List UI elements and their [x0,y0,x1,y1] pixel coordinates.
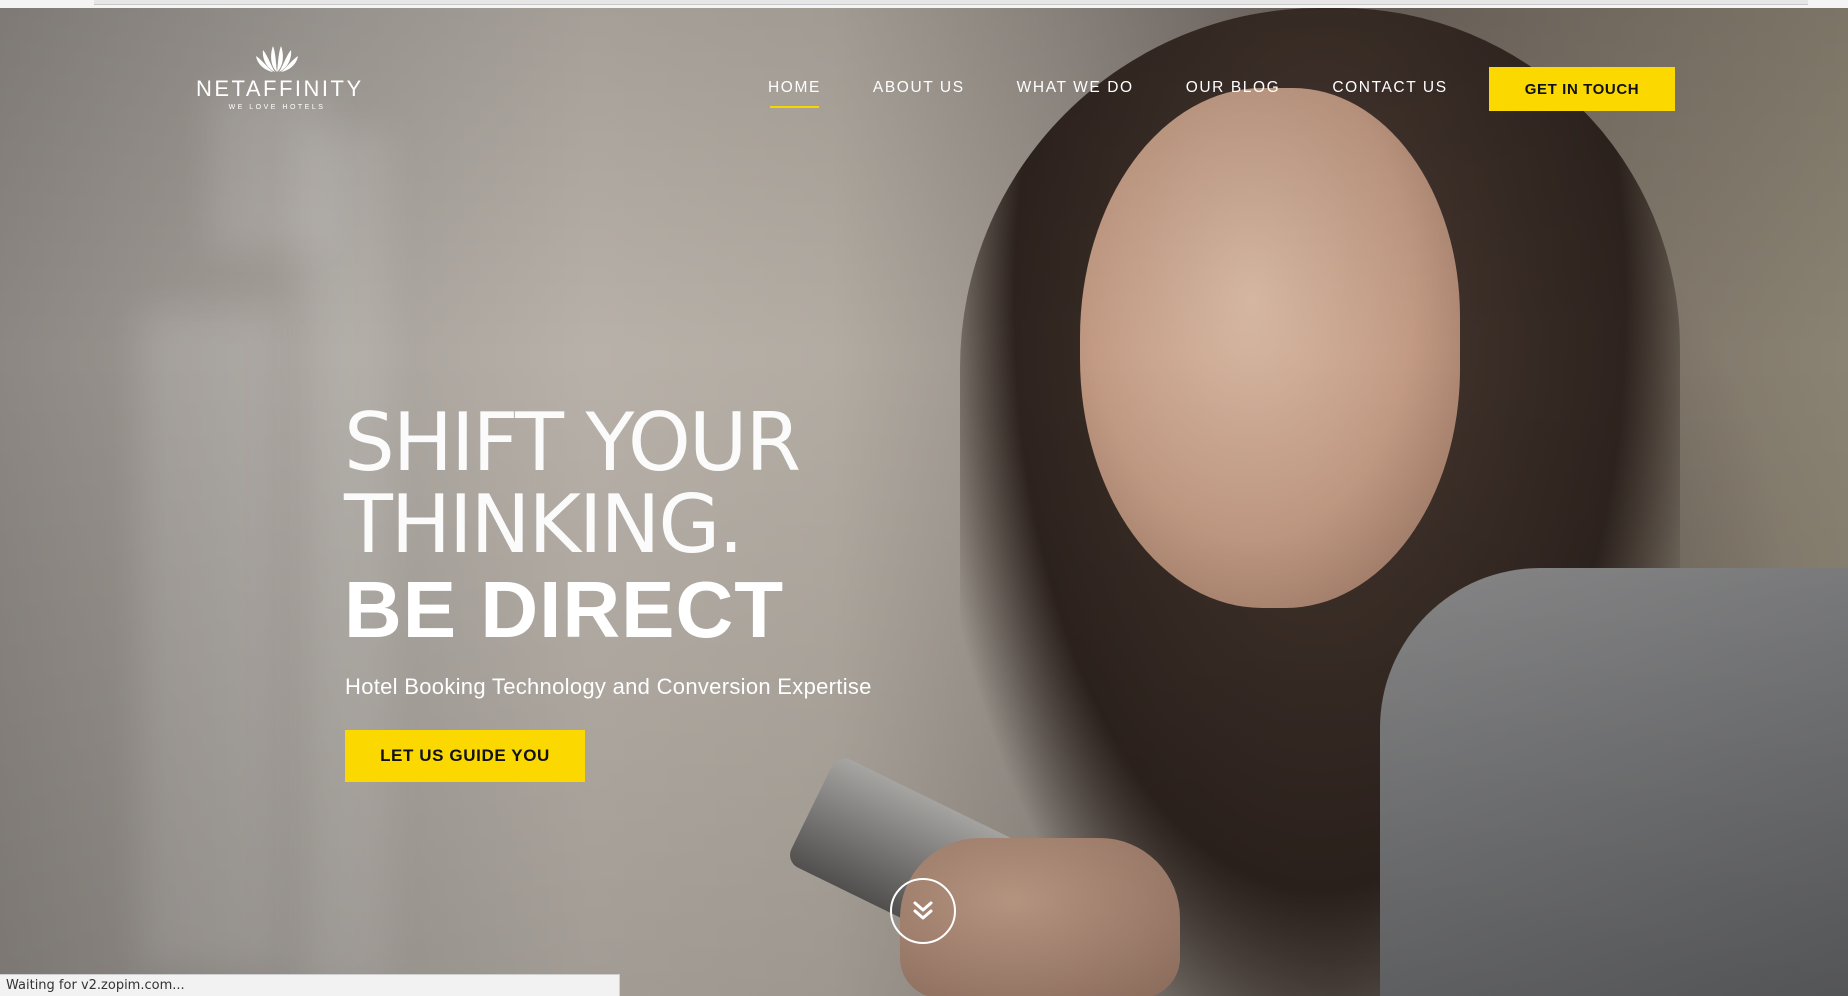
nav-item-home[interactable]: HOME [768,79,821,109]
hero-headline-light: SHIFT YOUR THINKING. [344,396,801,571]
let-us-guide-you-button[interactable]: LET US GUIDE YOU [345,730,585,782]
brand-tagline: WE LOVE HOTELS [228,104,326,111]
hero-line-1: SHIFT YOUR [344,396,801,489]
nav-item-what-we-do[interactable]: WHAT WE DO [1017,79,1134,109]
scroll-down-button[interactable] [890,878,956,944]
hero-overlay [0,8,1848,996]
brand-logo[interactable]: NETAFFINITY WE LOVE HOTELS [196,44,364,118]
hero-section [0,8,1848,996]
hero-subtitle: Hotel Booking Technology and Conversion … [345,674,872,699]
get-in-touch-button[interactable]: GET IN TOUCH [1489,67,1675,111]
scroll-rail [94,0,1808,5]
hero-line-2: THINKING. [344,478,744,571]
double-chevron-down-icon [913,901,933,920]
browser-status-bar: Waiting for v2.zopim.com... [0,974,620,996]
hero-headline: SHIFT YOUR THINKING. BE DIRECT [344,396,801,654]
browser-top-edge [0,0,1848,8]
main-nav: HOME ABOUT US WHAT WE DO OUR BLOG CONTAC… [768,79,1448,109]
nav-item-contact-us[interactable]: CONTACT US [1332,79,1447,109]
hero-line-3: BE DIRECT [344,565,785,654]
lotus-logo-icon [256,46,298,72]
nav-item-our-blog[interactable]: OUR BLOG [1186,79,1281,109]
brand-name: NETAFFINITY [196,76,364,101]
nav-item-about-us[interactable]: ABOUT US [873,79,965,109]
